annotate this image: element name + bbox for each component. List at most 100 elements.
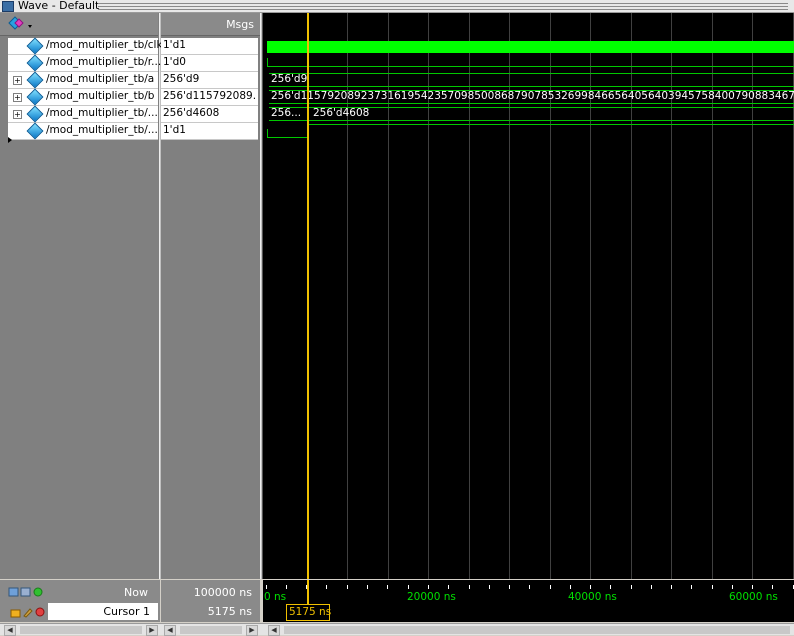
value-text: 256'd115792089... [163, 90, 257, 102]
wave-tool-icon[interactable] [8, 16, 34, 32]
scroll-left-button[interactable]: ◀ [164, 625, 176, 636]
signal-diamond-icon [26, 105, 44, 123]
cursor-label: Cursor 1 [103, 605, 150, 618]
now-value: 100000 ns [193, 586, 252, 599]
value-text: 1'd1 [163, 124, 186, 136]
now-label: Now [124, 586, 148, 599]
cursor-lock-icon [10, 609, 21, 618]
timeline-tick [550, 585, 551, 589]
cursor-line-ruler[interactable] [307, 580, 309, 604]
timeline-tick [610, 585, 611, 589]
signal-value[interactable]: 1'd1 [161, 123, 258, 140]
signal-diamond-icon [26, 122, 44, 140]
scroll-thumb[interactable] [20, 626, 142, 634]
timeline-tick [772, 585, 773, 589]
title-grip [98, 3, 788, 4]
signal-value[interactable]: 1'd1 [161, 38, 258, 55]
signal-name: /mod_multiplier_tb/r... [46, 56, 162, 68]
b-bus-value: 256'd11579208923731619542357098500868790… [271, 90, 794, 102]
cursor-value: 5175 ns [207, 605, 252, 618]
cursor-time-text: 5175 ns [289, 606, 332, 618]
value-text: 256'd9 [163, 73, 200, 85]
expand-icon[interactable]: + [13, 93, 22, 102]
timeline-label: 60000 ns [729, 591, 778, 603]
value-text: 1'd1 [163, 39, 186, 51]
out-bus-value-left: 256... [271, 107, 302, 119]
value-header: Msgs [161, 13, 260, 36]
cursor-value-panel: 100000 ns 5175 ns [161, 580, 260, 622]
cursor-time-badge[interactable]: 5175 ns [286, 604, 332, 621]
cursor-icons[interactable] [10, 606, 48, 618]
cursor-remove-icon [35, 607, 45, 617]
timeline-tick [266, 585, 267, 589]
done-low [267, 137, 307, 138]
value-text: 1'd0 [163, 56, 186, 68]
window-icon [2, 1, 14, 12]
scroll-thumb[interactable] [284, 626, 790, 634]
horizontal-scrollbars[interactable]: ◀ ▶ ◀ ▶ ◀ [0, 623, 794, 636]
timeline-tick [408, 585, 409, 589]
msgs-label: Msgs [226, 18, 254, 31]
window-title: Wave - Default [18, 0, 100, 12]
value-text: 256'd4608 [163, 107, 220, 119]
signal-row[interactable]: + /mod_multiplier_tb/a [8, 71, 158, 89]
insertion-marker [8, 137, 12, 143]
name-header [0, 13, 158, 36]
signal-value[interactable]: 256'd9 [161, 72, 258, 89]
title-bar: Wave - Default [0, 0, 794, 13]
signal-row[interactable]: + /mod_multiplier_tb/b [8, 88, 158, 106]
signal-value[interactable]: 256'd115792089... [161, 89, 258, 106]
signal-diamond-icon [26, 71, 44, 89]
wave-display[interactable]: 256'd9 256'd1157920892373161954235709850… [263, 13, 794, 579]
timeline-tick [509, 585, 510, 589]
signal-name: /mod_multiplier_tb/... [46, 124, 158, 136]
timeline-tick [529, 585, 530, 589]
a-bus-top [269, 73, 794, 74]
signal-row[interactable]: /mod_multiplier_tb/... [8, 122, 158, 140]
signal-diamond-icon [26, 54, 44, 72]
reset-waveform [267, 66, 794, 67]
timeline-label: 40000 ns [568, 591, 617, 603]
timeline-tick [387, 585, 388, 589]
scroll-left-button[interactable]: ◀ [268, 625, 280, 636]
cursor-line[interactable] [307, 13, 309, 579]
reset-edge [267, 58, 268, 66]
cursor-name-panel: Now Cursor 1 [0, 580, 160, 622]
done-edge [267, 129, 268, 137]
timeline-tick [570, 585, 571, 589]
signal-row[interactable]: + /mod_multiplier_tb/... [8, 105, 158, 123]
signal-diamond-icon [26, 88, 44, 106]
cursor-name-field[interactable]: Cursor 1 [48, 603, 158, 620]
expand-icon[interactable]: + [13, 110, 22, 119]
signal-value[interactable]: 256'd4608 [161, 106, 258, 123]
out-bus-bottom [269, 120, 794, 121]
a-bus-value: 256'd9 [271, 73, 308, 85]
scroll-left-button[interactable]: ◀ [4, 625, 16, 636]
now-icons[interactable] [8, 586, 46, 598]
timeline-tick [732, 585, 733, 589]
expand-icon[interactable]: + [13, 76, 22, 85]
scroll-right-button[interactable]: ▶ [246, 625, 258, 636]
signal-row[interactable]: /mod_multiplier_tb/clk [8, 37, 163, 55]
done-high [307, 124, 794, 125]
timeline-tick [469, 585, 470, 589]
signal-row[interactable]: /mod_multiplier_tb/r... [8, 54, 162, 72]
timeline-tick [590, 585, 591, 589]
b-bus-bottom [269, 103, 794, 104]
scroll-right-button[interactable]: ▶ [146, 625, 158, 636]
timeline-tick [448, 585, 449, 589]
timeline-tick [326, 585, 327, 589]
timeline-tick [489, 585, 490, 589]
signal-name: /mod_multiplier_tb/b [46, 90, 155, 102]
timeline-tick [428, 585, 429, 589]
timeline-ruler[interactable]: 0 ns 20000 ns 40000 ns 60000 ns 5175 ns [263, 580, 794, 622]
timeline-tick [286, 585, 287, 589]
scroll-thumb[interactable] [180, 626, 242, 634]
timeline-label: 20000 ns [407, 591, 456, 603]
timeline-tick [347, 585, 348, 589]
signal-diamond-icon [26, 37, 44, 55]
signal-name: /mod_multiplier_tb/clk [46, 39, 163, 51]
signal-value[interactable]: 1'd0 [161, 55, 258, 72]
out-bus-value-right: 256'd4608 [313, 107, 370, 119]
a-bus-bottom [269, 86, 794, 87]
